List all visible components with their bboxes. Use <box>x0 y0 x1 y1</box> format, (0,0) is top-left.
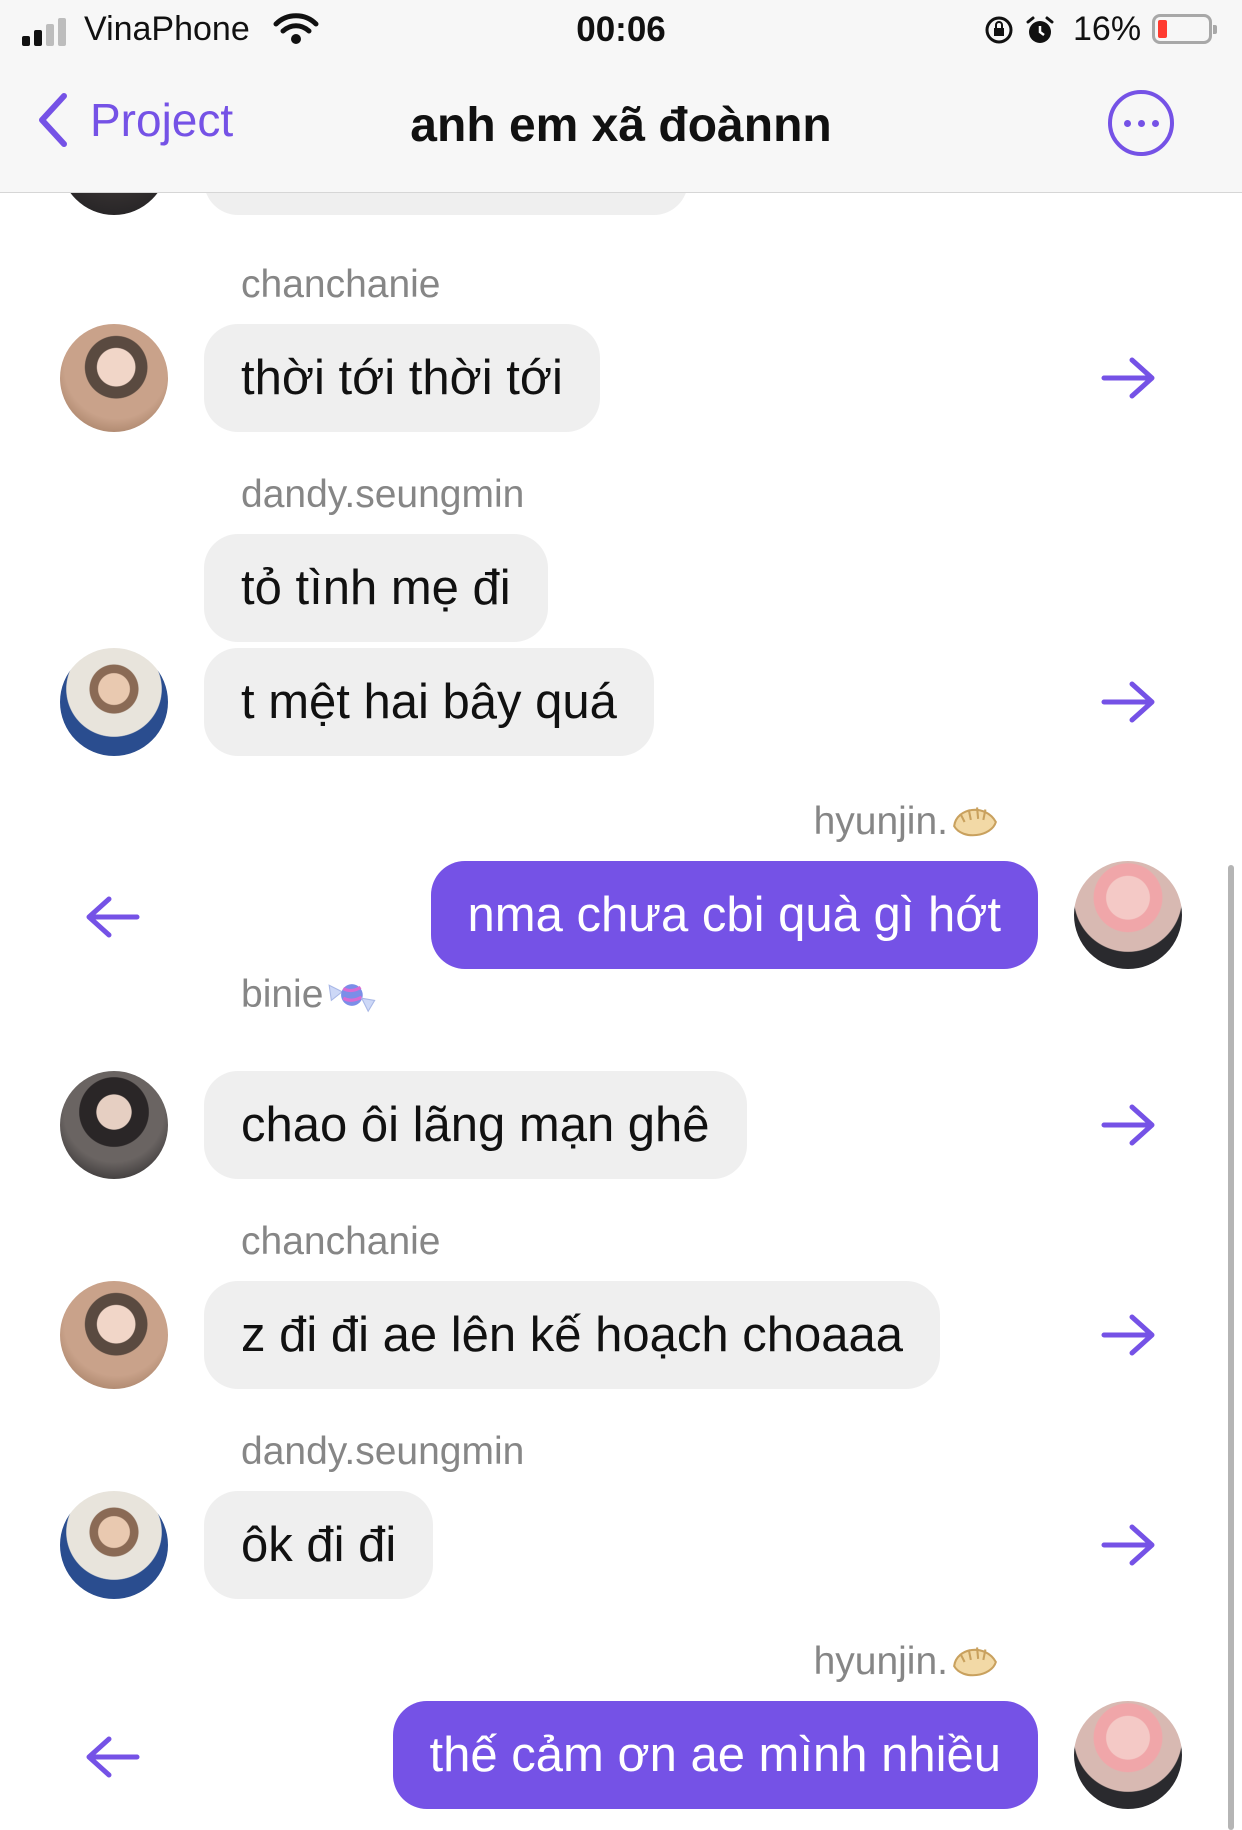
dumpling-emoji-icon <box>953 1646 997 1677</box>
status-bar: VinaPhone 00:06 16% <box>0 0 1242 60</box>
sender-name: hyunjin. <box>814 799 1000 845</box>
avatar[interactable] <box>60 648 168 756</box>
more-dot-icon <box>1151 119 1159 127</box>
avatar[interactable] <box>60 1281 168 1389</box>
forward-arrow-icon[interactable] <box>1098 1523 1158 1567</box>
sender-name: hyunjin. <box>814 1639 1000 1685</box>
dumpling-emoji-icon <box>953 806 997 837</box>
message-bubble[interactable]: chao ôi lãng mạn ghê <box>204 1071 747 1179</box>
avatar[interactable] <box>60 193 168 215</box>
back-arrow-icon[interactable] <box>83 1735 143 1779</box>
sender-name: chanchanie <box>241 1220 441 1263</box>
sender-name: chanchanie <box>241 263 441 306</box>
sender-name-text: hyunjin. <box>813 1640 948 1683</box>
back-arrow-icon[interactable] <box>83 895 143 939</box>
avatar[interactable] <box>60 1491 168 1599</box>
avatar-self[interactable] <box>1074 861 1182 969</box>
avatar[interactable] <box>60 324 168 432</box>
scrollbar[interactable] <box>1228 865 1234 1830</box>
message-bubble[interactable]: ôk đi đi <box>204 1491 434 1599</box>
message-bubble[interactable]: thời tới thời tới <box>204 324 600 432</box>
orientation-lock-icon <box>985 16 1013 44</box>
message-list[interactable]: chanchanie thời tới thời tới dandy.seung… <box>0 193 1242 1830</box>
avatar-self[interactable] <box>1074 1701 1182 1809</box>
more-options-button[interactable] <box>1108 90 1174 156</box>
battery-percent: 16% <box>1073 10 1142 48</box>
battery-icon <box>1152 14 1217 44</box>
alarm-icon <box>1026 16 1054 43</box>
status-icons <box>985 16 1054 44</box>
more-dot-icon <box>1137 119 1145 127</box>
nav-bar: Project anh em xã đoànnn <box>0 60 1242 193</box>
sender-name: dandy.seungmin <box>241 473 525 516</box>
forward-arrow-icon[interactable] <box>1098 1103 1158 1147</box>
sender-name: dandy.seungmin <box>241 1430 525 1473</box>
sender-name: binie <box>241 973 379 1017</box>
message-bubble-partial[interactable] <box>204 193 688 215</box>
message-bubble-outgoing[interactable]: nma chưa cbi quà gì hớt <box>430 861 1038 969</box>
message-bubble[interactable]: tỏ tình mẹ đi <box>204 534 548 642</box>
chat-title: anh em xã đoànnn <box>410 99 832 152</box>
message-bubble[interactable]: t mệt hai bây quá <box>204 648 654 756</box>
message-bubble[interactable]: z đi đi ae lên kế hoạch choaaa <box>204 1281 940 1389</box>
message-bubble-outgoing[interactable]: thế cảm ơn ae mình nhiều <box>392 1701 1038 1809</box>
sender-name-text: hyunjin. <box>813 800 948 843</box>
avatar[interactable] <box>60 1071 168 1179</box>
more-dot-icon <box>1123 119 1131 127</box>
forward-arrow-icon[interactable] <box>1098 356 1158 400</box>
sender-name-text: binie <box>241 973 324 1016</box>
forward-arrow-icon[interactable] <box>1098 1313 1158 1357</box>
forward-arrow-icon[interactable] <box>1098 680 1158 724</box>
candy-emoji-icon <box>327 982 377 1013</box>
